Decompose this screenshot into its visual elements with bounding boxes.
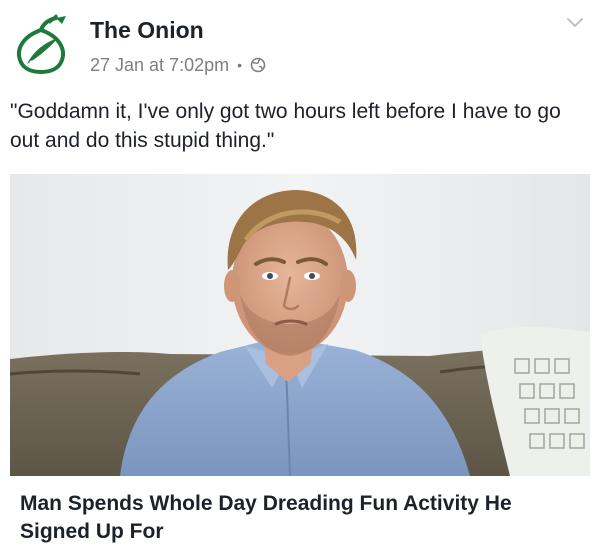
man-on-couch-image (10, 174, 590, 476)
post-text: "Goddamn it, I've only got two hours lef… (10, 100, 561, 152)
article-headline[interactable]: Man Spends Whole Day Dreading Fun Activi… (20, 490, 580, 546)
link-preview-card[interactable]: Man Spends Whole Day Dreading Fun Activi… (10, 174, 590, 546)
post-timestamp[interactable]: 27 Jan at 7:02pm (90, 55, 229, 76)
onion-logo-avatar[interactable] (10, 14, 72, 76)
onion-logo-icon (17, 14, 66, 75)
meta-separator: • (237, 57, 243, 73)
globe-icon[interactable] (250, 57, 266, 73)
chevron-down-icon[interactable] (564, 12, 586, 34)
post-meta: 27 Jan at 7:02pm • (90, 52, 266, 78)
post-header: The Onion 27 Jan at 7:02pm • (0, 0, 600, 90)
article-photo[interactable] (10, 174, 590, 476)
facebook-post: The Onion 27 Jan at 7:02pm • "Goddamn it… (0, 0, 600, 551)
page-name-link[interactable]: The Onion (90, 15, 204, 45)
